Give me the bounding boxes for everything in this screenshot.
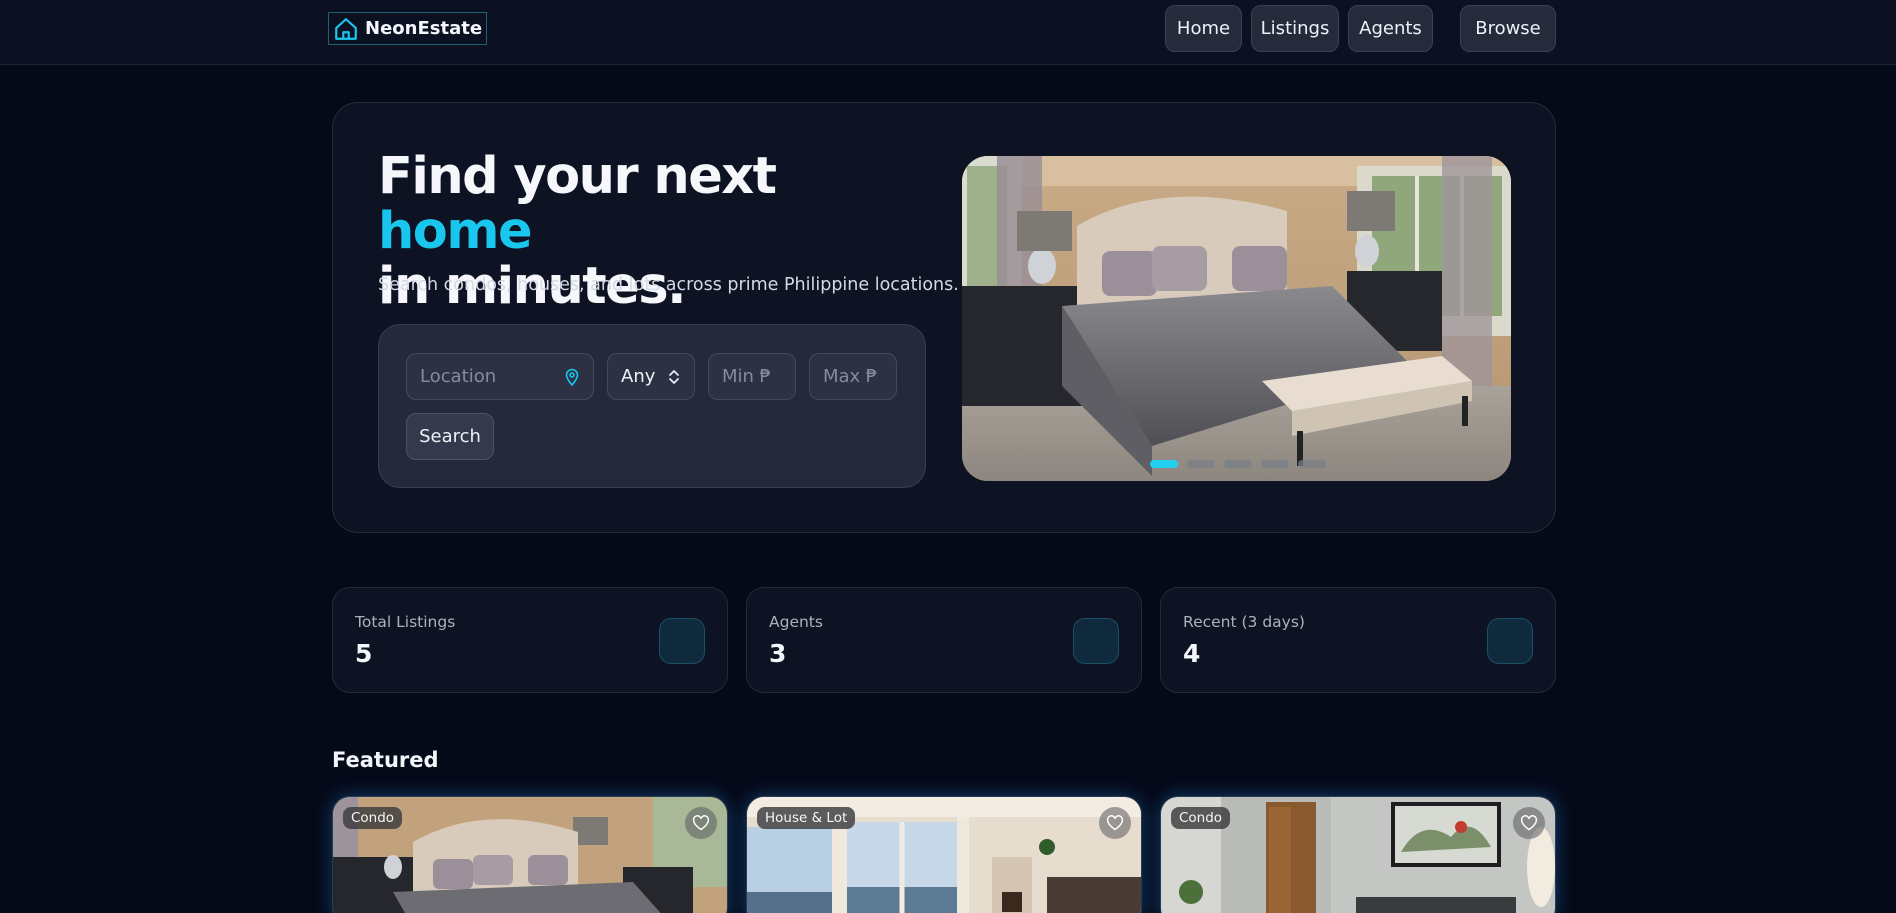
hero-carousel[interactable] bbox=[962, 156, 1511, 481]
chevron-updown-icon bbox=[669, 370, 679, 384]
nav-listings-button[interactable]: Listings bbox=[1251, 5, 1339, 52]
location-placeholder: Location bbox=[420, 366, 497, 387]
stat-card-total-listings: Total Listings 5 bbox=[332, 587, 728, 693]
headline-accent-word: home bbox=[378, 202, 533, 261]
stat-value: 3 bbox=[769, 639, 787, 668]
property-type-value: Any bbox=[621, 366, 656, 387]
search-button[interactable]: Search bbox=[406, 413, 494, 460]
headline-start: Find your next bbox=[378, 147, 777, 206]
location-input[interactable]: Location bbox=[406, 353, 594, 400]
listing-card[interactable]: Condo bbox=[1160, 796, 1556, 913]
heart-icon bbox=[1520, 815, 1538, 831]
hero-subheading: Search condos, houses, and lots across p… bbox=[378, 275, 959, 295]
favorite-button[interactable] bbox=[1513, 807, 1545, 839]
carousel-dot[interactable] bbox=[1261, 460, 1289, 468]
stat-value: 4 bbox=[1183, 639, 1201, 668]
carousel-dot[interactable] bbox=[1224, 460, 1252, 468]
nav-agents-button[interactable]: Agents bbox=[1348, 5, 1433, 52]
min-price-input[interactable]: Min ₱ bbox=[708, 353, 796, 400]
carousel-dot[interactable] bbox=[1298, 460, 1326, 468]
stat-value: 5 bbox=[355, 639, 373, 668]
max-price-input[interactable]: Max ₱ bbox=[809, 353, 897, 400]
stat-label: Total Listings bbox=[355, 613, 456, 631]
property-type-badge: House & Lot bbox=[757, 807, 856, 829]
min-price-placeholder: Min ₱ bbox=[722, 366, 772, 387]
listing-card[interactable]: Condo bbox=[332, 796, 728, 913]
browse-button[interactable]: Browse bbox=[1460, 5, 1556, 52]
carousel-indicators bbox=[1150, 460, 1326, 468]
property-type-badge: Condo bbox=[1171, 807, 1231, 829]
carousel-dot[interactable] bbox=[1187, 460, 1215, 468]
stat-card-agents: Agents 3 bbox=[746, 587, 1142, 693]
stat-label: Recent (3 days) bbox=[1183, 613, 1305, 631]
favorite-button[interactable] bbox=[1099, 807, 1131, 839]
heart-icon bbox=[1106, 815, 1124, 831]
stat-icon bbox=[659, 618, 705, 664]
home-icon bbox=[335, 17, 357, 40]
bedroom-photo bbox=[962, 156, 1511, 481]
stat-icon bbox=[1073, 618, 1119, 664]
favorite-button[interactable] bbox=[685, 807, 717, 839]
heart-icon bbox=[692, 815, 710, 831]
stat-icon bbox=[1487, 618, 1533, 664]
max-price-placeholder: Max ₱ bbox=[823, 366, 878, 387]
top-navbar: NeonEstate Home Listings Agents Browse bbox=[0, 0, 1896, 65]
map-pin-icon bbox=[565, 368, 579, 386]
brand-name: NeonEstate bbox=[365, 18, 483, 39]
hero-section: Find your next home in minutes. Search co… bbox=[332, 102, 1556, 533]
carousel-dot[interactable] bbox=[1150, 460, 1178, 468]
property-type-select[interactable]: Any bbox=[607, 353, 695, 400]
brand-logo-link[interactable]: NeonEstate bbox=[328, 12, 488, 45]
stat-card-recent: Recent (3 days) 4 bbox=[1160, 587, 1556, 693]
search-form: Location Any Min ₱ Max ₱ Search bbox=[378, 324, 926, 488]
nav-home-button[interactable]: Home bbox=[1165, 5, 1242, 52]
featured-heading: Featured bbox=[332, 748, 439, 772]
stat-label: Agents bbox=[769, 613, 823, 631]
listing-card[interactable]: House & Lot bbox=[746, 796, 1142, 913]
property-type-badge: Condo bbox=[343, 807, 403, 829]
